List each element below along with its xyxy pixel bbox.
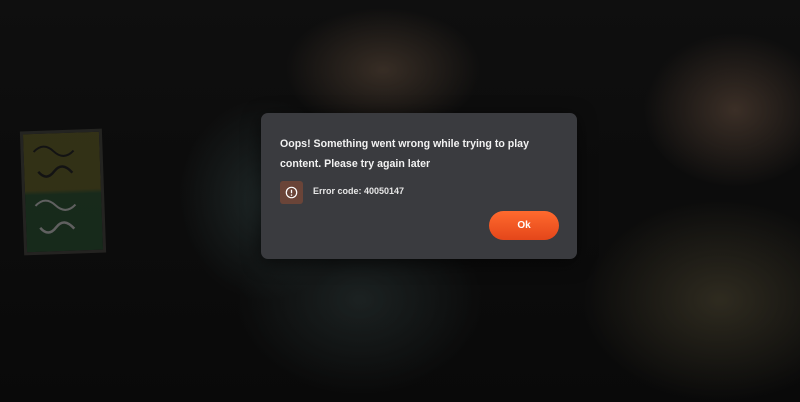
error-message: Oops! Something went wrong while trying … — [280, 138, 529, 170]
alert-circle-icon — [280, 181, 303, 204]
ok-button[interactable]: Ok — [489, 211, 559, 240]
error-dialog: Oops! Something went wrong while trying … — [261, 113, 577, 259]
error-code: Error code: 40050147 — [313, 186, 405, 196]
